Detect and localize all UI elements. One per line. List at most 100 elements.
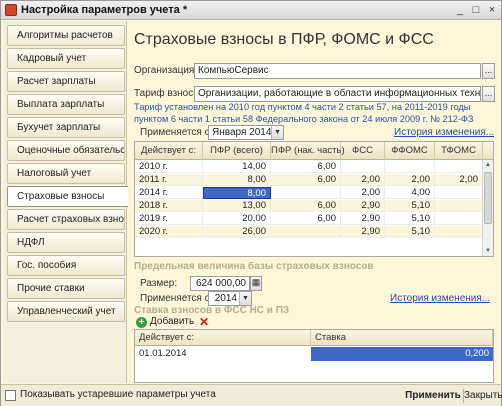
col-header-ffoms[interactable]: ФФОМС xyxy=(385,142,435,160)
title-bar: Настройка параметров учета * _ □ × xyxy=(1,1,501,20)
base-limit-heading: Предельная величина базы страховых взнос… xyxy=(134,261,374,272)
base-size-field[interactable]: 624 000,00 xyxy=(190,276,250,291)
table-row[interactable]: 01.01.2014 0,200 xyxy=(135,347,493,361)
cell-ffoms: 5,10 xyxy=(385,226,435,238)
rates-table-scrollbar[interactable]: ▲ ▼ xyxy=(482,160,493,256)
cell-pfr-funded: 6,00 xyxy=(271,200,341,212)
tariff-info-text: Тариф установлен на 2010 год пунктом 4 ч… xyxy=(134,102,474,124)
sidebar-item-estimated-liabilities[interactable]: Оценочные обязательства xyxy=(7,140,125,161)
col-header-ns-effective-from[interactable]: Действует с: xyxy=(135,330,311,346)
applied-from-label: Применяется с: xyxy=(140,127,213,138)
cell-tfoms xyxy=(435,161,483,173)
ns-table-header: Действует с: Ставка xyxy=(135,330,493,346)
sidebar-item-contributions-calc[interactable]: Расчет страховых взносов xyxy=(7,209,125,230)
sidebar-item-state-benefits[interactable]: Гос. пособия xyxy=(7,255,125,276)
settings-window: Настройка параметров учета * _ □ × Алгор… xyxy=(0,0,502,406)
col-header-pfr-total[interactable]: ПФР (всего) xyxy=(203,142,271,160)
cell-fss: 2,90 xyxy=(341,213,385,225)
cell-pfr-funded: 6,00 xyxy=(271,161,341,173)
close-button[interactable]: Закрыть xyxy=(464,388,502,404)
cell-pfr-total: 20,00 xyxy=(203,213,271,225)
maximize-button[interactable]: □ xyxy=(469,3,483,17)
rates-table-header: Действует с: ПФР (всего) ПФР (нак. часть… xyxy=(135,142,493,160)
cell-pfr-total: 8,00 xyxy=(203,174,271,186)
settings-sidebar: Алгоритмы расчетов Кадровый учет Расчет … xyxy=(3,21,129,383)
cell-pfr-funded xyxy=(271,187,341,199)
sidebar-item-payroll-accounting[interactable]: Бухучет зарплаты xyxy=(7,117,125,138)
cell-ffoms: 2,00 xyxy=(385,174,435,186)
cell-year: 2019 г. xyxy=(135,213,203,225)
table-row[interactable]: 2014 г. 8,00 2,00 4,00 xyxy=(135,187,483,199)
cell-year: 2011 г. xyxy=(135,174,203,186)
add-button-label: Добавить xyxy=(150,316,195,327)
close-window-button[interactable]: × xyxy=(485,3,499,17)
table-row[interactable]: 2020 г. 26,00 2,90 5,10 xyxy=(135,226,483,238)
cell-year: 2010 г. xyxy=(135,161,203,173)
cell-ns-rate-selected[interactable]: 0,200 xyxy=(311,347,493,361)
cell-ffoms: 5,10 xyxy=(385,213,435,225)
sidebar-item-payroll-calc[interactable]: Расчет зарплаты xyxy=(7,71,125,92)
cell-tfoms: 2,00 xyxy=(435,174,483,186)
chevron-down-icon[interactable]: ▼ xyxy=(271,126,283,139)
col-header-effective-from[interactable]: Действует с: xyxy=(135,142,203,160)
scroll-down-icon[interactable]: ▼ xyxy=(483,246,493,256)
scroll-up-icon[interactable]: ▲ xyxy=(483,160,493,170)
table-row[interactable]: 2011 г. 8,00 6,00 2,00 2,00 2,00 xyxy=(135,174,483,186)
sidebar-item-other-rates[interactable]: Прочие ставки xyxy=(7,278,125,299)
rates-table: Действует с: ПФР (всего) ПФР (нак. часть… xyxy=(134,141,494,257)
apply-button[interactable]: Применить xyxy=(405,388,461,404)
chevron-down-icon[interactable]: ▼ xyxy=(239,292,251,305)
sidebar-item-insurance-contributions[interactable]: Страховые взносы xyxy=(7,186,129,207)
cell-pfr-funded xyxy=(271,226,341,238)
cell-ffoms: 4,00 xyxy=(385,187,435,199)
cell-fss: 2,00 xyxy=(341,187,385,199)
cell-ffoms xyxy=(385,161,435,173)
show-obsolete-checkbox[interactable] xyxy=(5,390,16,401)
base-size-label: Размер: xyxy=(140,278,178,289)
sidebar-item-payroll-payment[interactable]: Выплата зарплаты xyxy=(7,94,125,115)
col-header-ns-rate[interactable]: Ставка xyxy=(311,330,493,346)
cell-pfr-funded: 6,00 xyxy=(271,174,341,186)
table-row[interactable]: 2018 г. 13,00 6,00 2,90 5,10 xyxy=(135,200,483,212)
tariff-select-button[interactable]: ... xyxy=(482,86,495,102)
table-row[interactable]: 2010 г. 14,00 6,00 xyxy=(135,161,483,173)
cell-year: 2018 г. xyxy=(135,200,203,212)
calculator-icon[interactable]: ▦ xyxy=(250,276,262,291)
table-row[interactable]: 2019 г. 20,00 6,00 2,90 5,10 xyxy=(135,213,483,225)
cell-year: 2014 г. xyxy=(135,187,203,199)
base-history-link[interactable]: История изменения... xyxy=(390,293,490,304)
sidebar-item-hr[interactable]: Кадровый учет xyxy=(7,48,125,69)
col-header-tfoms[interactable]: ТФОМС xyxy=(435,142,483,160)
sidebar-item-ndfl[interactable]: НДФЛ xyxy=(7,232,125,253)
cell-pfr-total: 26,00 xyxy=(203,226,271,238)
cell-fss: 2,90 xyxy=(341,226,385,238)
organization-select-button[interactable]: ... xyxy=(482,63,495,79)
base-applied-year-selector[interactable]: 2014 ▼ xyxy=(208,291,252,306)
col-header-pfr-funded[interactable]: ПФР (нак. часть) xyxy=(271,142,345,160)
ns-rate-table: Действует с: Ставка 01.01.2014 0,200 xyxy=(134,329,494,383)
cell-ns-date: 01.01.2014 xyxy=(139,348,187,359)
cell-ffoms: 5,10 xyxy=(385,200,435,212)
sidebar-item-algorithms[interactable]: Алгоритмы расчетов xyxy=(7,25,125,46)
applied-from-selector[interactable]: Января 2014 ▼ xyxy=(208,125,284,140)
app-icon xyxy=(5,4,17,16)
plus-icon: + xyxy=(136,317,147,328)
cell-tfoms xyxy=(435,226,483,238)
show-obsolete-label[interactable]: Показывать устаревшие параметры учета xyxy=(20,389,216,400)
minimize-button[interactable]: _ xyxy=(453,3,467,17)
rates-history-link[interactable]: История изменения... xyxy=(394,127,494,138)
scroll-thumb[interactable] xyxy=(484,172,492,224)
cell-pfr-total: 13,00 xyxy=(203,200,271,212)
organization-field[interactable]: КомпьюСервис xyxy=(194,63,481,79)
cell-pfr-funded: 6,00 xyxy=(271,213,341,225)
main-panel: Страховые взносы в ПФР, ФОМС и ФСС Орган… xyxy=(128,21,500,383)
delete-icon[interactable]: ✕ xyxy=(198,316,210,328)
cell-tfoms xyxy=(435,213,483,225)
cell-pfr-total-selected[interactable]: 8,00 xyxy=(203,187,271,199)
tariff-field[interactable]: Организации, работающие в области информ… xyxy=(194,86,481,102)
add-button[interactable]: + Добавить xyxy=(136,314,194,329)
col-header-fss[interactable]: ФСС xyxy=(341,142,385,160)
applied-from-value: Января 2014 xyxy=(212,127,272,138)
sidebar-item-tax-accounting[interactable]: Налоговый учет xyxy=(7,163,125,184)
sidebar-item-management-accounting[interactable]: Управленческий учет xyxy=(7,301,125,322)
